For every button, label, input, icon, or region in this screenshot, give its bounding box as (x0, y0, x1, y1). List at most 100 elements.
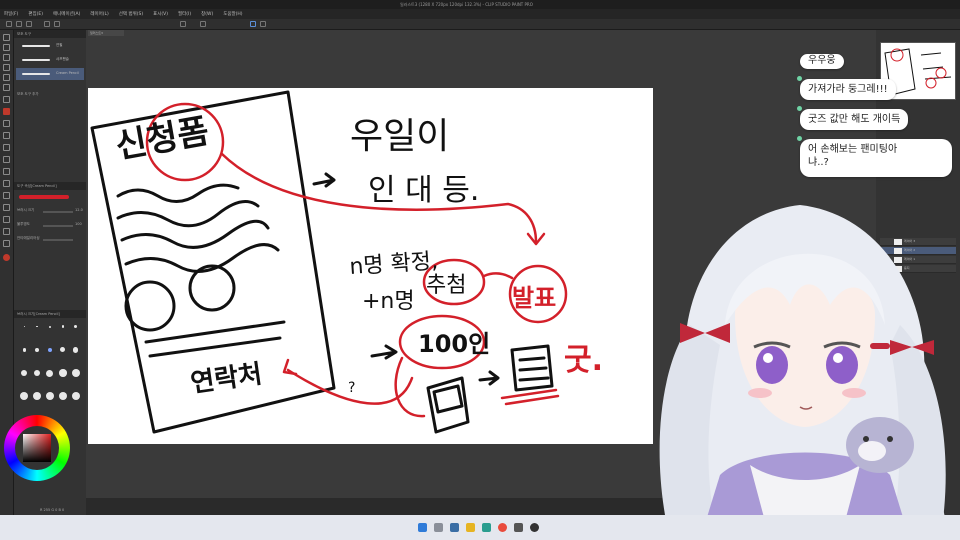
pen-tool-icon[interactable] (3, 96, 10, 103)
word-contact: 연락처 (189, 359, 264, 399)
size-dot[interactable] (56, 345, 69, 354)
brush-tool-icon[interactable] (3, 120, 10, 127)
lasso-tool-icon[interactable] (3, 74, 10, 81)
size-dot[interactable] (18, 345, 31, 354)
title-bar: 일러스트3 (1280 X 720px 120dpi 132.3%) - CLI… (0, 0, 960, 9)
tool-property-header: 도구 속성[Cream Pencil] (14, 182, 86, 190)
main-color-swatch[interactable] (3, 254, 10, 261)
figure-tool-icon[interactable] (3, 192, 10, 199)
app-icon[interactable] (514, 523, 523, 532)
new-file-icon[interactable] (6, 21, 12, 27)
chat-user-dot (797, 136, 802, 141)
prop-antialiasing[interactable]: 안티에일리어싱 (17, 236, 83, 244)
document-tab[interactable]: 일러스트3 (88, 30, 124, 36)
gradient-tool-icon[interactable] (3, 180, 10, 187)
size-dot[interactable] (31, 345, 44, 354)
pencil-tool-icon[interactable] (3, 108, 10, 115)
word-announce: 발표 (512, 284, 556, 312)
clear-icon[interactable] (180, 21, 186, 27)
size-dot[interactable] (69, 392, 82, 401)
size-dot[interactable] (56, 322, 69, 331)
word-hundred: 100인 (418, 330, 490, 358)
drawing-canvas[interactable]: 신청폼 연락처 우일이 인 대 등. n명 확정, +n명 추첨 100인 ? … (88, 88, 653, 444)
search-icon[interactable] (434, 523, 443, 532)
chrome-icon[interactable] (498, 523, 507, 532)
airbrush-tool-icon[interactable] (3, 132, 10, 139)
menu-file[interactable]: 파일(F) (4, 11, 18, 17)
windows-start-icon[interactable] (418, 523, 427, 532)
ruler-icon[interactable] (260, 21, 266, 27)
text-tool-icon[interactable] (3, 228, 10, 235)
zoom-tool-icon[interactable] (3, 34, 10, 41)
brush-size-header: 브러시 크기[Cream Pencil] (14, 310, 86, 318)
task-view-icon[interactable] (450, 523, 459, 532)
chat-message: 가져가라 둥그레!!! (800, 79, 896, 100)
size-dot[interactable] (69, 369, 82, 378)
brush-label: 샤프펜슬 (56, 57, 69, 61)
size-dot[interactable] (44, 392, 57, 401)
size-dot[interactable] (44, 322, 57, 331)
menu-layer[interactable]: 레이어(L) (90, 11, 108, 17)
word-ui-1: 우일이 (350, 116, 449, 157)
menu-selection[interactable]: 선택 범위(S) (119, 11, 143, 17)
brush-item-pencil[interactable]: 연필 (16, 40, 84, 52)
obs-icon[interactable] (530, 523, 539, 532)
brush-size-palette (18, 322, 82, 412)
eraser-tool-icon[interactable] (3, 144, 10, 151)
undo-icon[interactable] (44, 21, 50, 27)
size-dot[interactable] (18, 322, 31, 331)
balloon-tool-icon[interactable] (3, 240, 10, 247)
size-dot[interactable] (18, 392, 31, 401)
app-icon[interactable] (482, 523, 491, 532)
menu-edit[interactable]: 편집(E) (28, 11, 43, 17)
color-saturation-square[interactable] (23, 434, 51, 462)
size-dot[interactable] (69, 345, 82, 354)
selection-tool-icon[interactable] (3, 64, 10, 71)
snap-icon[interactable] (250, 21, 256, 27)
frame-tool-icon[interactable] (3, 204, 10, 211)
word-goods: 굿. (564, 343, 603, 378)
brush-item-sharp-pencil[interactable]: 샤프펜슬 (16, 54, 84, 66)
menu-window[interactable]: 창(W) (201, 11, 213, 17)
menu-animation[interactable]: 애니메이션(A) (53, 11, 80, 17)
taskbar (0, 515, 960, 540)
chat-message: 우우웅 (800, 54, 844, 69)
size-dot[interactable] (18, 369, 31, 378)
size-dot[interactable] (31, 392, 44, 401)
save-icon[interactable] (26, 21, 32, 27)
fill-tool-icon[interactable] (3, 168, 10, 175)
chat-message: 굿즈 값만 해도 개이득 (800, 109, 909, 130)
word-application-form: 신청폼 (113, 111, 212, 167)
menu-bar: 파일(F) 편집(E) 애니메이션(A) 레이어(L) 선택 범위(S) 표시(… (0, 9, 960, 19)
eyedropper-tool-icon[interactable] (3, 84, 10, 91)
window-title: 일러스트3 (1280 X 720px 120dpi 132.3%) - CLI… (400, 2, 533, 7)
size-dot[interactable] (56, 392, 69, 401)
ruler-tool-icon[interactable] (3, 216, 10, 223)
svg-text:?: ? (348, 380, 355, 396)
word-n-lottery: +n명 (362, 289, 415, 314)
operation-tool-icon[interactable] (3, 54, 10, 61)
size-dot[interactable] (44, 345, 57, 354)
size-dot[interactable] (31, 322, 44, 331)
size-dot[interactable] (69, 322, 82, 331)
size-dot[interactable] (44, 369, 57, 378)
menu-help[interactable]: 도움말(H) (223, 11, 242, 17)
move-tool-icon[interactable] (3, 44, 10, 51)
redo-icon[interactable] (54, 21, 60, 27)
brush-preview (17, 192, 83, 202)
add-sub-tool[interactable]: 보조 도구 추가 (17, 92, 83, 100)
prop-brush-size[interactable]: 브러시 크기 12.0 (17, 208, 83, 216)
file-explorer-icon[interactable] (466, 523, 475, 532)
brush-item-cream-pencil[interactable]: Cream Pencil (16, 68, 84, 80)
prop-opacity[interactable]: 불투명도 100 (17, 222, 83, 230)
transform-icon[interactable] (200, 21, 206, 27)
blend-tool-icon[interactable] (3, 156, 10, 163)
chat-message-multiline: 어 손해보는 팬미팅아 냐..? (800, 139, 952, 177)
size-dot[interactable] (31, 369, 44, 378)
brush-label: 연필 (56, 43, 63, 47)
menu-filter[interactable]: 필터(I) (178, 11, 191, 17)
size-dot[interactable] (56, 369, 69, 378)
menu-view[interactable]: 표시(V) (153, 11, 168, 17)
open-file-icon[interactable] (16, 21, 22, 27)
sketch-drawing: 신청폼 연락처 우일이 인 대 등. n명 확정, +n명 추첨 100인 ? … (90, 90, 603, 434)
